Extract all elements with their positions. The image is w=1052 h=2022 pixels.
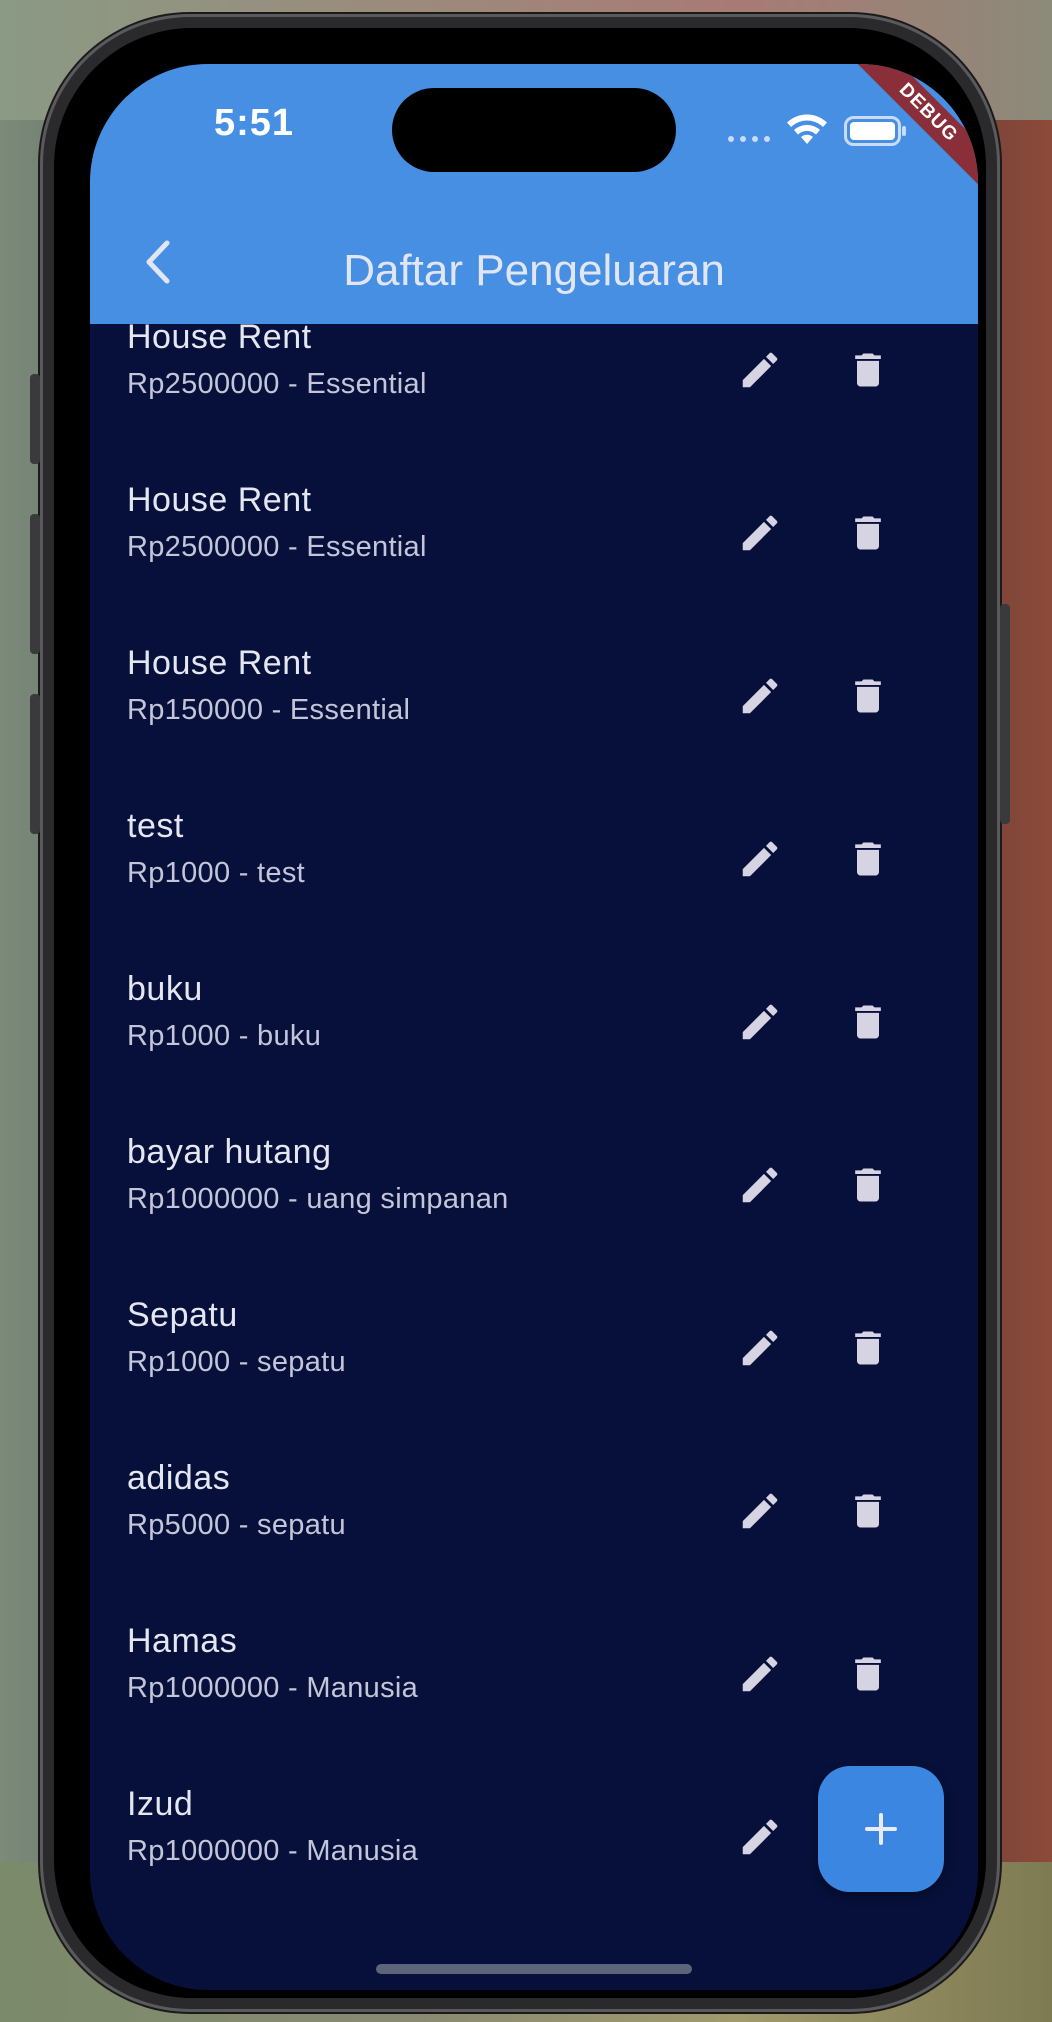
expense-name: adidas xyxy=(127,1459,231,1497)
trash-icon xyxy=(855,1168,881,1202)
delete-button[interactable] xyxy=(838,340,898,400)
pencil-icon xyxy=(742,352,778,388)
edit-button[interactable] xyxy=(730,340,790,400)
app-bar: 5:51 DEBUG Daftar Pengeluaran xyxy=(90,64,978,324)
expense-name: test xyxy=(127,807,184,845)
dynamic-island xyxy=(392,88,676,172)
trash-icon xyxy=(855,1331,881,1365)
cellular-signal-icon xyxy=(728,136,770,142)
trash-icon xyxy=(855,1005,881,1039)
trash-icon xyxy=(855,516,881,550)
trash-icon xyxy=(855,353,881,387)
expense-detail: Rp1000000 - Manusia xyxy=(127,1835,419,1867)
list-item[interactable]: House Rent Rp2500000 - Essential xyxy=(90,298,978,461)
plus-icon xyxy=(865,1813,897,1845)
trash-icon xyxy=(855,679,881,713)
action-button xyxy=(30,374,40,464)
expense-detail: Rp150000 - Essential xyxy=(127,694,411,726)
expense-name: buku xyxy=(127,970,203,1008)
expense-detail: Rp1000000 - Manusia xyxy=(127,1672,419,1704)
pencil-icon xyxy=(742,1004,778,1040)
expense-name: House Rent xyxy=(127,481,312,519)
delete-button[interactable] xyxy=(838,666,898,726)
expense-name: House Rent xyxy=(127,318,312,356)
pencil-icon xyxy=(742,1167,778,1203)
battery-icon xyxy=(844,116,906,146)
expense-detail: Rp1000 - buku xyxy=(127,1020,322,1052)
delete-button[interactable] xyxy=(838,1481,898,1541)
pencil-icon xyxy=(742,1656,778,1692)
trash-icon xyxy=(855,1657,881,1691)
home-indicator xyxy=(376,1964,692,1974)
pencil-icon xyxy=(742,678,778,714)
edit-button[interactable] xyxy=(730,1807,790,1867)
volume-up-button xyxy=(30,514,40,654)
edit-button[interactable] xyxy=(730,992,790,1052)
wifi-icon xyxy=(787,114,827,144)
status-time: 5:51 xyxy=(214,102,295,144)
delete-button[interactable] xyxy=(838,503,898,563)
trash-icon xyxy=(855,842,881,876)
pencil-icon xyxy=(742,1330,778,1366)
edit-button[interactable] xyxy=(730,829,790,889)
phone-bezel: 5:51 DEBUG Daftar Pengeluaran House Rent… xyxy=(54,28,986,1998)
pencil-icon xyxy=(742,1819,778,1855)
delete-button[interactable] xyxy=(838,829,898,889)
edit-button[interactable] xyxy=(730,503,790,563)
trash-icon xyxy=(855,1494,881,1528)
volume-down-button xyxy=(30,694,40,834)
expense-name: bayar hutang xyxy=(127,1133,332,1171)
expense-name: Sepatu xyxy=(127,1296,238,1334)
edit-button[interactable] xyxy=(730,1155,790,1215)
list-item[interactable]: bayar hutang Rp1000000 - uang simpanan xyxy=(90,1113,978,1276)
phone-frame: 5:51 DEBUG Daftar Pengeluaran House Rent… xyxy=(30,14,1010,2012)
list-item[interactable]: Sepatu Rp1000 - sepatu xyxy=(90,1276,978,1439)
pencil-icon xyxy=(742,1493,778,1529)
expense-detail: Rp1000000 - uang simpanan xyxy=(127,1183,509,1215)
pencil-icon xyxy=(742,841,778,877)
delete-button[interactable] xyxy=(838,1155,898,1215)
expense-detail: Rp2500000 - Essential xyxy=(127,531,427,563)
list-item[interactable]: adidas Rp5000 - sepatu xyxy=(90,1439,978,1602)
delete-button[interactable] xyxy=(838,1318,898,1378)
expense-name: House Rent xyxy=(127,644,312,682)
delete-button[interactable] xyxy=(838,1644,898,1704)
list-item[interactable]: House Rent Rp2500000 - Essential xyxy=(90,461,978,624)
app-screen: 5:51 DEBUG Daftar Pengeluaran House Rent… xyxy=(90,64,978,1990)
edit-button[interactable] xyxy=(730,1644,790,1704)
power-button xyxy=(1000,604,1010,824)
expense-detail: Rp1000 - sepatu xyxy=(127,1346,346,1378)
expense-detail: Rp5000 - sepatu xyxy=(127,1509,346,1541)
edit-button[interactable] xyxy=(730,1481,790,1541)
expense-detail: Rp2500000 - Essential xyxy=(127,368,427,400)
add-expense-button[interactable] xyxy=(818,1766,944,1892)
expense-name: Izud xyxy=(127,1785,194,1823)
pencil-icon xyxy=(742,515,778,551)
list-item[interactable]: Hamas Rp1000000 - Manusia xyxy=(90,1602,978,1765)
list-item[interactable]: buku Rp1000 - buku xyxy=(90,950,978,1113)
list-item[interactable]: House Rent Rp150000 - Essential xyxy=(90,624,978,787)
edit-button[interactable] xyxy=(730,1318,790,1378)
edit-button[interactable] xyxy=(730,666,790,726)
expense-detail: Rp1000 - test xyxy=(127,857,305,889)
delete-button[interactable] xyxy=(838,992,898,1052)
list-item[interactable]: test Rp1000 - test xyxy=(90,787,978,950)
expense-name: Hamas xyxy=(127,1622,238,1660)
page-title: Daftar Pengeluaran xyxy=(343,246,725,295)
